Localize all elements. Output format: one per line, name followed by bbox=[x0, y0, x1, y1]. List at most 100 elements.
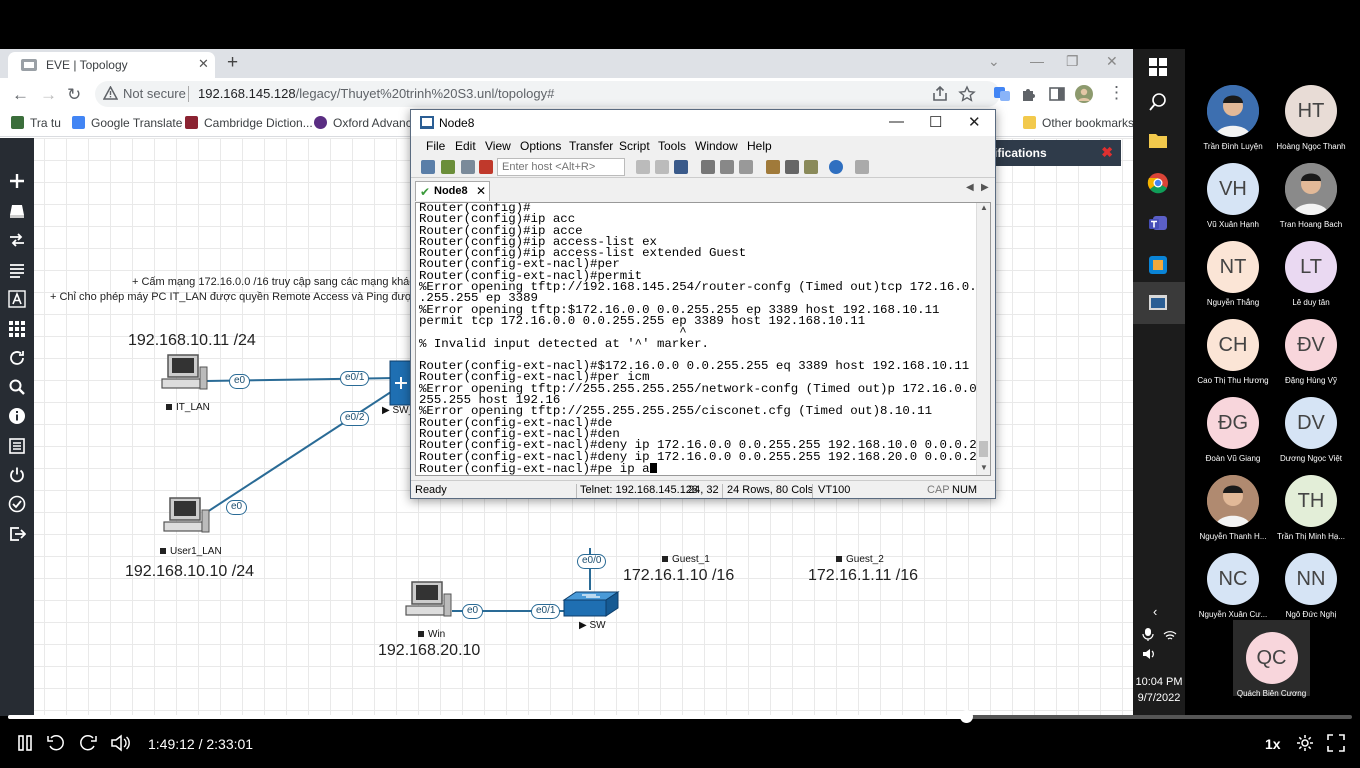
participant-tile[interactable]: NT Nguyễn Thắng bbox=[1193, 241, 1273, 307]
restore-icon[interactable]: ❐ bbox=[1066, 53, 1079, 70]
tray-clock-time[interactable]: 10:04 PM bbox=[1133, 676, 1185, 688]
side-panel-icon[interactable] bbox=[1048, 85, 1066, 103]
minimize-icon[interactable]: — bbox=[1030, 53, 1044, 69]
menu-edit[interactable]: Edit bbox=[455, 139, 476, 153]
fullscreen-icon[interactable] bbox=[1327, 734, 1345, 752]
chrome-icon[interactable] bbox=[1147, 172, 1169, 194]
menu-script[interactable]: Script bbox=[619, 139, 650, 153]
other-bookmarks[interactable]: Other bookmarks bbox=[1023, 116, 1133, 130]
node-label-user1-lan[interactable]: User1_LAN bbox=[160, 546, 222, 557]
new-tab-icon[interactable]: + bbox=[227, 52, 238, 74]
reconnect-icon[interactable] bbox=[461, 160, 475, 174]
bookmark-star-icon[interactable] bbox=[958, 85, 976, 103]
scroll-up-icon[interactable]: ▲ bbox=[980, 203, 988, 212]
participant-tile[interactable]: ĐV Đặng Hùng Vỹ bbox=[1271, 319, 1351, 385]
chevron-down-icon[interactable]: ⌄ bbox=[988, 53, 1000, 70]
terminal-scrollbar[interactable]: ▲ ▼ bbox=[976, 203, 990, 475]
chevron-left-icon[interactable]: ‹ bbox=[1153, 604, 1157, 619]
participant-tile[interactable]: Tran Hoang Bach bbox=[1271, 163, 1351, 229]
participant-tile[interactable]: LT Lê duy tân bbox=[1271, 241, 1351, 307]
scroll-thumb[interactable] bbox=[979, 441, 988, 457]
node-label-it-lan[interactable]: IT_LAN bbox=[166, 402, 210, 413]
back-icon[interactable]: ← bbox=[12, 85, 29, 105]
forward-icon[interactable]: → bbox=[40, 85, 57, 105]
forward-10-icon[interactable] bbox=[79, 734, 97, 752]
bookmark-oxford[interactable]: Oxford Advanced bbox=[314, 116, 425, 130]
host-input[interactable] bbox=[497, 158, 625, 176]
sftp-icon[interactable] bbox=[855, 160, 869, 174]
menu-help[interactable]: Help bbox=[747, 139, 772, 153]
pause-icon[interactable] bbox=[16, 734, 34, 752]
session-tab-node8[interactable]: ✔ Node8 ✕ bbox=[415, 181, 490, 201]
profile-avatar-icon[interactable] bbox=[1075, 85, 1093, 103]
video-progress-bar[interactable] bbox=[8, 710, 1352, 723]
node-label-sw[interactable]: ▶ SW bbox=[579, 620, 606, 631]
participant-tile[interactable]: HT Hoàng Ngọc Thanh bbox=[1271, 85, 1351, 151]
node-label-guest-1[interactable]: Guest_1 bbox=[662, 554, 710, 565]
bookmark-cambridge[interactable]: Cambridge Diction... bbox=[185, 116, 313, 130]
terminal-output[interactable]: Router(config)# Router(config)#ip acc Rout… bbox=[415, 202, 991, 476]
participant-tile[interactable]: VH Vũ Xuân Hạnh bbox=[1193, 163, 1273, 229]
participant-tile[interactable]: QC Quách Biên Cương bbox=[1233, 620, 1310, 698]
minimize-icon[interactable]: — bbox=[889, 113, 904, 130]
pc-icon[interactable] bbox=[404, 580, 452, 620]
notifications-bar[interactable]: ifications ✖ bbox=[994, 140, 1121, 166]
participant-tile[interactable]: NN Ngô Đức Nghị bbox=[1271, 553, 1351, 619]
quick-connect-icon[interactable] bbox=[441, 160, 455, 174]
session-options-icon[interactable] bbox=[766, 160, 780, 174]
close-session-icon[interactable]: ✕ bbox=[476, 184, 486, 198]
windows-start-icon[interactable] bbox=[1147, 56, 1169, 78]
connect-icon[interactable] bbox=[421, 160, 435, 174]
pc-icon[interactable] bbox=[162, 496, 210, 536]
menu-view[interactable]: View bbox=[485, 139, 511, 153]
participant-tile[interactable]: ĐG Đoàn Vũ Giang bbox=[1193, 397, 1273, 463]
node-label-win[interactable]: Win bbox=[418, 629, 445, 640]
tray-clock-date[interactable]: 9/7/2022 bbox=[1133, 692, 1185, 704]
scroll-down-icon[interactable]: ▼ bbox=[980, 463, 988, 472]
maximize-icon[interactable]: ☐ bbox=[929, 113, 942, 131]
remote-desktop-icon[interactable] bbox=[1147, 254, 1169, 276]
print-selection-icon[interactable] bbox=[739, 160, 753, 174]
help-icon[interactable] bbox=[829, 160, 843, 174]
teams-icon[interactable] bbox=[1147, 212, 1169, 234]
omnibox[interactable]: Not secure 192.168.145.128/legacy/Thuyet… bbox=[95, 81, 1000, 107]
bookmark-google-translate[interactable]: Google Translate bbox=[72, 116, 182, 130]
close-tab-icon[interactable]: ✕ bbox=[198, 56, 209, 72]
participant-tile[interactable]: Nguyễn Thanh H... bbox=[1193, 475, 1273, 541]
extensions-puzzle-icon[interactable] bbox=[1020, 85, 1038, 103]
active-taskbar-app[interactable] bbox=[1133, 282, 1185, 324]
volume-icon[interactable] bbox=[110, 734, 130, 752]
menu-transfer[interactable]: Transfer bbox=[569, 139, 613, 153]
participant-tile[interactable]: TH Trần Thị Minh Hạ... bbox=[1271, 475, 1351, 541]
print-setup-icon[interactable] bbox=[720, 160, 734, 174]
participant-tile[interactable]: DV Dương Ngọc Việt bbox=[1271, 397, 1351, 463]
menu-options[interactable]: Options bbox=[520, 139, 561, 153]
share-icon[interactable] bbox=[931, 85, 949, 103]
video-progress-handle[interactable] bbox=[960, 710, 973, 723]
disconnect-icon[interactable] bbox=[479, 160, 493, 174]
print-icon[interactable] bbox=[701, 160, 715, 174]
participant-tile[interactable]: Trần Đình Luyện bbox=[1193, 85, 1273, 151]
translate-extension-icon[interactable] bbox=[993, 85, 1011, 103]
playback-speed[interactable]: 1x bbox=[1265, 736, 1281, 752]
menu-window[interactable]: Window bbox=[695, 139, 738, 153]
close-window-icon[interactable]: ✕ bbox=[1106, 53, 1118, 70]
volume-icon[interactable] bbox=[1141, 647, 1155, 661]
menu-kebab-icon[interactable]: ⋮ bbox=[1108, 83, 1125, 103]
node-label-guest-2[interactable]: Guest_2 bbox=[836, 554, 884, 565]
terminal-titlebar[interactable]: Node8 — ☐ ✕ bbox=[411, 110, 995, 136]
pc-icon[interactable] bbox=[160, 353, 208, 393]
tab-left-arrow-icon[interactable]: ◀ bbox=[966, 182, 974, 193]
close-icon[interactable]: ✖ bbox=[1101, 144, 1113, 161]
find-icon[interactable] bbox=[674, 160, 688, 174]
file-explorer-icon[interactable] bbox=[1147, 129, 1169, 151]
switch-icon[interactable] bbox=[562, 590, 620, 620]
wifi-icon[interactable] bbox=[1163, 627, 1177, 641]
keymap-icon[interactable] bbox=[804, 160, 818, 174]
participant-tile[interactable]: NC Nguyễn Xuân Cư... bbox=[1193, 553, 1273, 619]
bookmark-tra-tu[interactable]: Tra tu bbox=[11, 116, 61, 130]
paste-icon[interactable] bbox=[655, 160, 669, 174]
participant-tile[interactable]: CH Cao Thị Thu Hương bbox=[1193, 319, 1273, 385]
microphone-icon[interactable] bbox=[1141, 627, 1155, 641]
rewind-10-icon[interactable] bbox=[47, 734, 65, 752]
